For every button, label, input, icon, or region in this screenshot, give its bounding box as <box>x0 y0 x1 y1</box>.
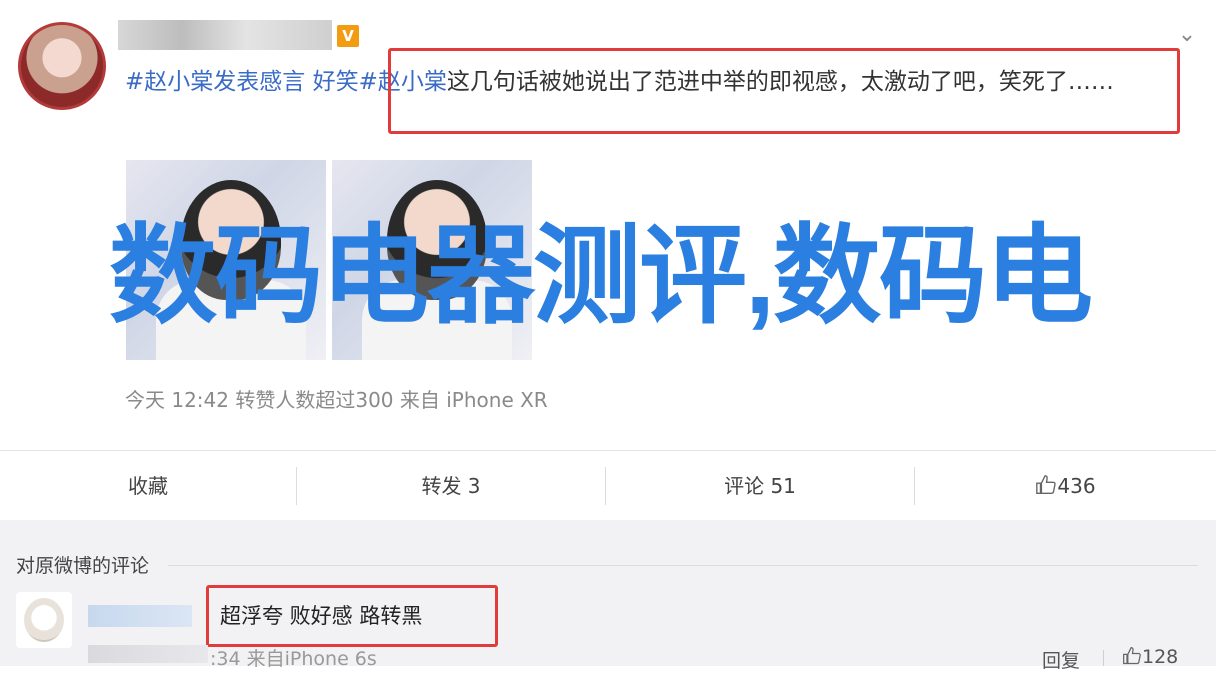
comment-meta-blurred <box>88 645 208 663</box>
post-meta: 今天 12:42 转赞人数超过300 来自 iPhone XR <box>125 388 548 412</box>
like-count: 436 <box>1057 474 1096 498</box>
comment-button[interactable]: 评论 51 <box>606 451 914 521</box>
thumbs-up-icon <box>1036 475 1057 494</box>
action-bar: 收藏 转发 3 评论 51 436 <box>0 450 1216 521</box>
vip-badge-icon: V <box>337 25 359 47</box>
comments-heading: 对原微博的评论 <box>16 555 150 577</box>
chevron-down-icon[interactable]: ⌄ <box>1174 22 1200 48</box>
comment-meta: :34 来自iPhone 6s <box>210 648 377 670</box>
reply-button[interactable]: 回复 <box>1042 646 1080 673</box>
poster-username-blurred[interactable] <box>118 20 332 50</box>
comment-like-button[interactable]: 128 <box>1122 646 1178 668</box>
like-button[interactable]: 436 <box>915 451 1216 521</box>
dog-avatar-image <box>24 598 64 642</box>
hashtag-link[interactable]: #赵小棠发表感言 好笑# <box>125 69 378 95</box>
overlay-title: 数码电器测评,数码电 <box>108 215 1093 336</box>
repost-button[interactable]: 转发 3 <box>297 451 605 521</box>
favorite-button[interactable]: 收藏 <box>0 451 296 521</box>
commenter-avatar[interactable] <box>16 592 72 648</box>
comments-rule <box>168 565 1198 566</box>
poster-avatar[interactable] <box>18 22 106 110</box>
red-highlight-box-post <box>388 48 1180 134</box>
comment-action-divider <box>1103 650 1104 666</box>
comment-like-count: 128 <box>1142 646 1179 668</box>
commenter-username-blurred[interactable] <box>88 605 192 627</box>
thumbs-up-icon <box>1123 647 1141 665</box>
red-highlight-box-comment <box>206 585 498 647</box>
